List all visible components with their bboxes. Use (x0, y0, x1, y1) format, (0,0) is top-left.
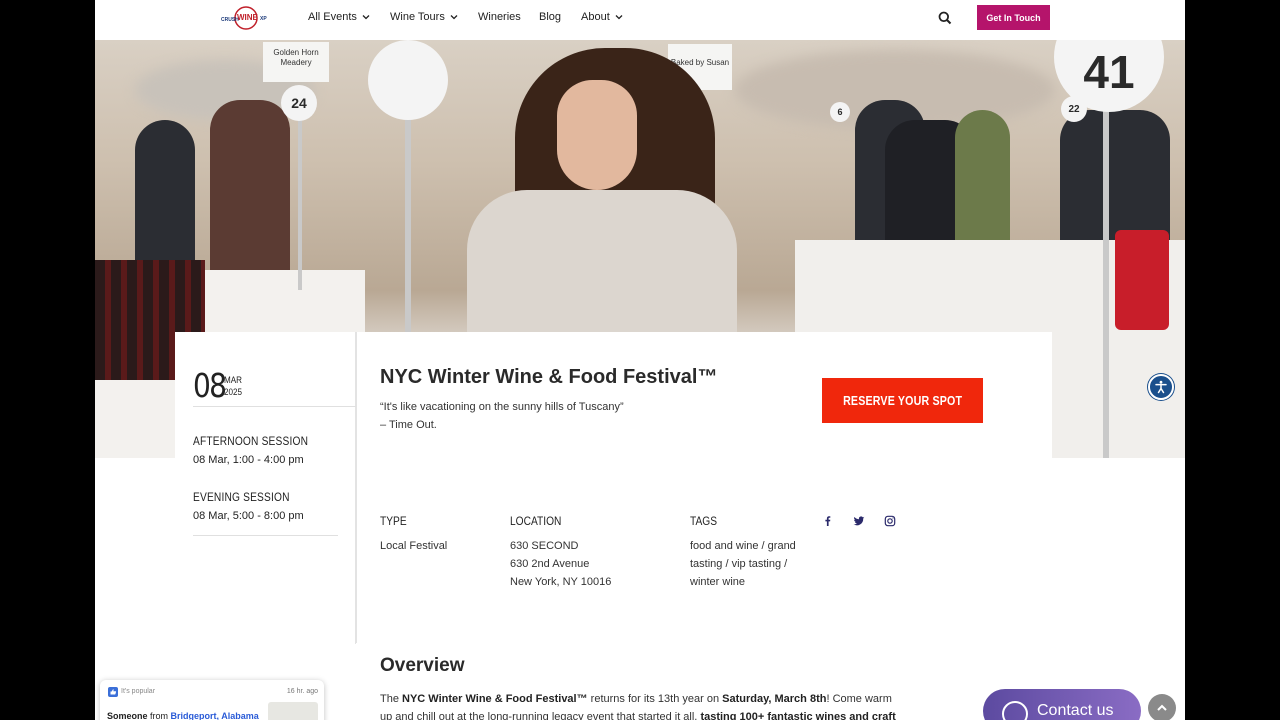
street-address: 630 2nd Avenue (510, 558, 590, 570)
overview-emphasis: Saturday, March 8th (722, 693, 827, 705)
contact-us-button[interactable]: Contact us (983, 689, 1141, 720)
event-card: 08 MAR 2025 AFTERNOON SESSION 08 Mar, 1:… (175, 332, 1052, 644)
divider (193, 535, 338, 536)
location-heading: LOCATION (510, 514, 562, 528)
nav-about-label: About (581, 11, 610, 23)
popup-location: Bridgeport, Alabama (170, 711, 259, 720)
hero-red-bag (1115, 230, 1169, 330)
event-month-year: MAR 2025 (224, 374, 242, 398)
tag-line[interactable]: food and wine / grand (690, 537, 796, 555)
session-time: 08 Mar, 5:00 - 8:00 pm (193, 510, 304, 522)
nav-wine-tours-label: Wine Tours (390, 11, 445, 23)
session-title: AFTERNOON SESSION (193, 434, 309, 448)
instagram-icon[interactable] (883, 514, 897, 528)
venue-name: 630 SECOND (510, 540, 579, 552)
top-navigation: CRUSH WINE XP All Events Wine Tours Wine… (95, 0, 1185, 40)
chat-icon (1002, 701, 1028, 720)
table-sign-number: 24 (281, 85, 317, 121)
nav-wineries[interactable]: Wineries (478, 11, 521, 23)
nav-wine-tours[interactable]: Wine Tours (390, 11, 458, 23)
column-divider (356, 332, 357, 643)
hero-woman-sweater (467, 190, 737, 350)
contact-us-label: Contact us (1037, 702, 1114, 719)
tag-line[interactable]: tasting / vip tasting / (690, 555, 796, 573)
table-sign-number: 6 (830, 102, 850, 122)
popup-tag: It's popular (121, 688, 156, 695)
svg-text:WINE: WINE (237, 13, 259, 22)
popup-message: Someone from Bridgeport, Alabama (107, 711, 259, 720)
social-proof-popup[interactable]: It's popular 16 hr. ago Someone from Bri… (100, 680, 324, 720)
thumbs-up-icon (108, 687, 118, 697)
session-time: 08 Mar, 1:00 - 4:00 pm (193, 454, 304, 466)
overview-emphasis: tasting 100+ fantastic wines and craft (700, 711, 896, 720)
nav-all-events[interactable]: All Events (308, 11, 370, 23)
reserve-spot-button[interactable]: RESERVE YOUR SPOT (822, 378, 983, 423)
overview-body: The NYC Winter Wine & Food Festival™ ret… (380, 690, 920, 720)
search-icon[interactable] (938, 11, 952, 25)
tag-line[interactable]: winter wine (690, 573, 796, 591)
nav-wineries-label: Wineries (478, 11, 521, 23)
event-year: 2025 (224, 387, 243, 397)
nav-blog-label: Blog (539, 11, 562, 23)
popup-subject: Someone (107, 711, 148, 720)
logo-graphic: CRUSH WINE XP (221, 6, 267, 30)
chevron-up-icon[interactable] (1148, 694, 1176, 720)
nav-about[interactable]: About (581, 11, 623, 23)
accessibility-icon[interactable] (1148, 374, 1174, 400)
popup-time: 16 hr. ago (286, 688, 318, 695)
facebook-icon[interactable] (821, 514, 835, 528)
city-state-zip: New York, NY 10016 (510, 576, 612, 588)
event-quote: “It's like vacationing on the sunny hill… (380, 398, 624, 434)
overview-text: up and chill out at the long-running leg… (380, 711, 701, 720)
tags-heading: TAGS (690, 514, 718, 528)
hero-guest (210, 100, 290, 280)
chevron-down-icon (450, 15, 458, 20)
date-column: 08 MAR 2025 AFTERNOON SESSION 08 Mar, 1:… (175, 332, 356, 644)
site-logo[interactable]: CRUSH WINE XP (219, 4, 271, 32)
chevron-down-icon (362, 15, 370, 20)
event-title: NYC Winter Wine & Food Festival™ (380, 366, 718, 388)
vendor-sign: Golden Horn Meadery (263, 42, 329, 82)
divider (193, 406, 356, 407)
overview-emphasis: NYC Winter Wine & Food Festival™ (402, 693, 588, 705)
location-address: 630 SECOND 630 2nd Avenue New York, NY 1… (510, 537, 611, 591)
sign-pole (298, 100, 302, 290)
tags-list: food and wine / grand tasting / vip tast… (690, 537, 796, 591)
hero-guest (955, 110, 1010, 250)
twitter-icon[interactable] (852, 514, 866, 528)
type-heading: TYPE (380, 514, 407, 528)
nav-blog[interactable]: Blog (539, 11, 561, 23)
reserve-spot-label: RESERVE YOUR SPOT (842, 393, 963, 408)
quote-source: – Time Out. (380, 419, 437, 431)
overview-text: ! Come warm (826, 693, 892, 705)
get-in-touch-button[interactable]: Get In Touch (977, 5, 1050, 30)
svg-text:XP: XP (260, 16, 267, 22)
map-thumbnail (268, 702, 318, 720)
type-value: Local Festival (380, 540, 448, 552)
event-month: MAR (224, 375, 242, 385)
chevron-down-icon (615, 15, 623, 20)
quote-text: “It's like vacationing on the sunny hill… (380, 401, 624, 413)
table-sign-number: 22 (1061, 96, 1087, 122)
hero-guest (135, 120, 195, 280)
sign-pole (1103, 80, 1109, 458)
page: CRUSH WINE XP All Events Wine Tours Wine… (95, 0, 1185, 720)
popup-connector: from (147, 711, 171, 720)
overview-text: returns for its 13th year on (587, 693, 723, 705)
overview-text: The (380, 693, 403, 705)
nav-all-events-label: All Events (308, 11, 357, 23)
session-title: EVENING SESSION (193, 490, 290, 504)
table-sign (368, 40, 448, 120)
hero-woman-face (557, 80, 637, 190)
overview-heading: Overview (380, 655, 465, 676)
event-day: 08 (193, 366, 227, 405)
